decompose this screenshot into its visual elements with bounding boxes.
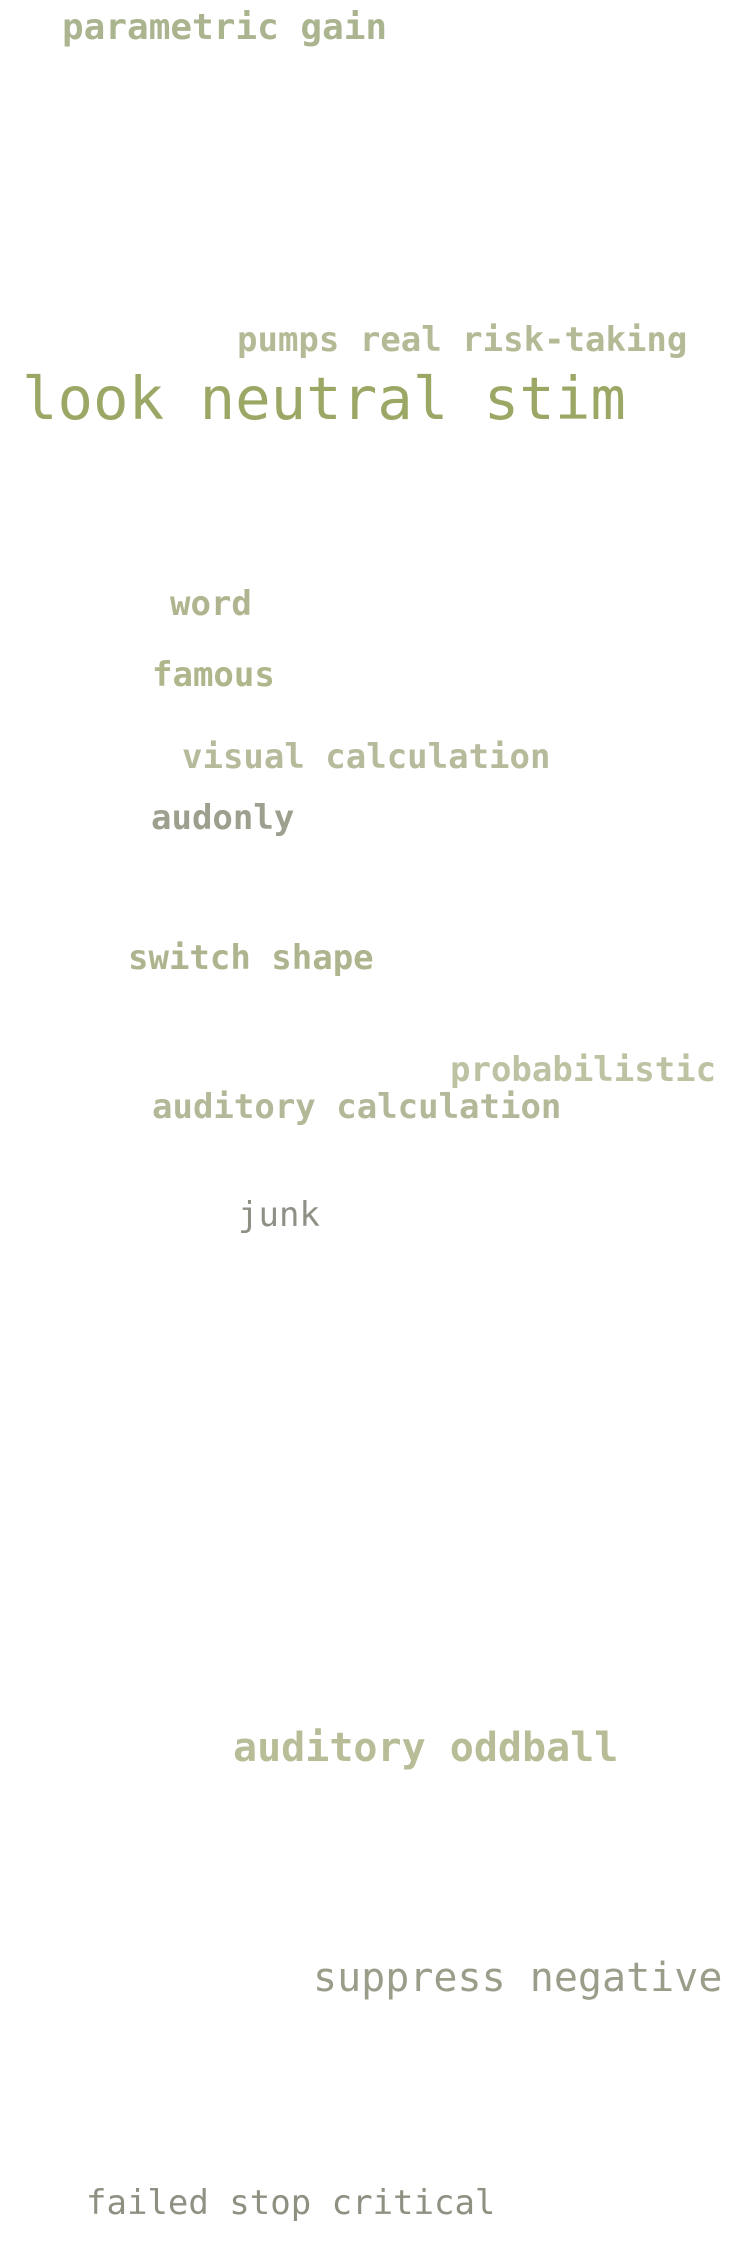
word-cloud: parametric gain pumps real risk-taking l… [0, 0, 750, 2250]
cloud-word-parametric-gain: parametric gain [62, 7, 388, 48]
cloud-word-probabilistic: probabilistic [450, 1050, 717, 1090]
cloud-word-switch-shape: switch shape [128, 938, 374, 978]
cloud-word-audonly: audonly [151, 798, 295, 838]
cloud-word-suppress-negative: suppress negative [313, 1955, 723, 2001]
cloud-word-famous: famous [152, 655, 275, 695]
cloud-word-pumps-real-risk-taking: pumps real risk-taking [237, 320, 688, 360]
cloud-word-look-neutral-stim: look neutral stim [22, 364, 626, 433]
cloud-word-auditory-oddball: auditory oddball [233, 1725, 619, 1771]
cloud-word-junk: junk [238, 1195, 320, 1235]
cloud-word-auditory-calculation: auditory calculation [152, 1087, 562, 1127]
cloud-word-visual-calculation: visual calculation [182, 737, 551, 777]
cloud-word-failed-stop-critical: failed stop critical [86, 2183, 496, 2223]
cloud-word-word: word [170, 584, 252, 624]
